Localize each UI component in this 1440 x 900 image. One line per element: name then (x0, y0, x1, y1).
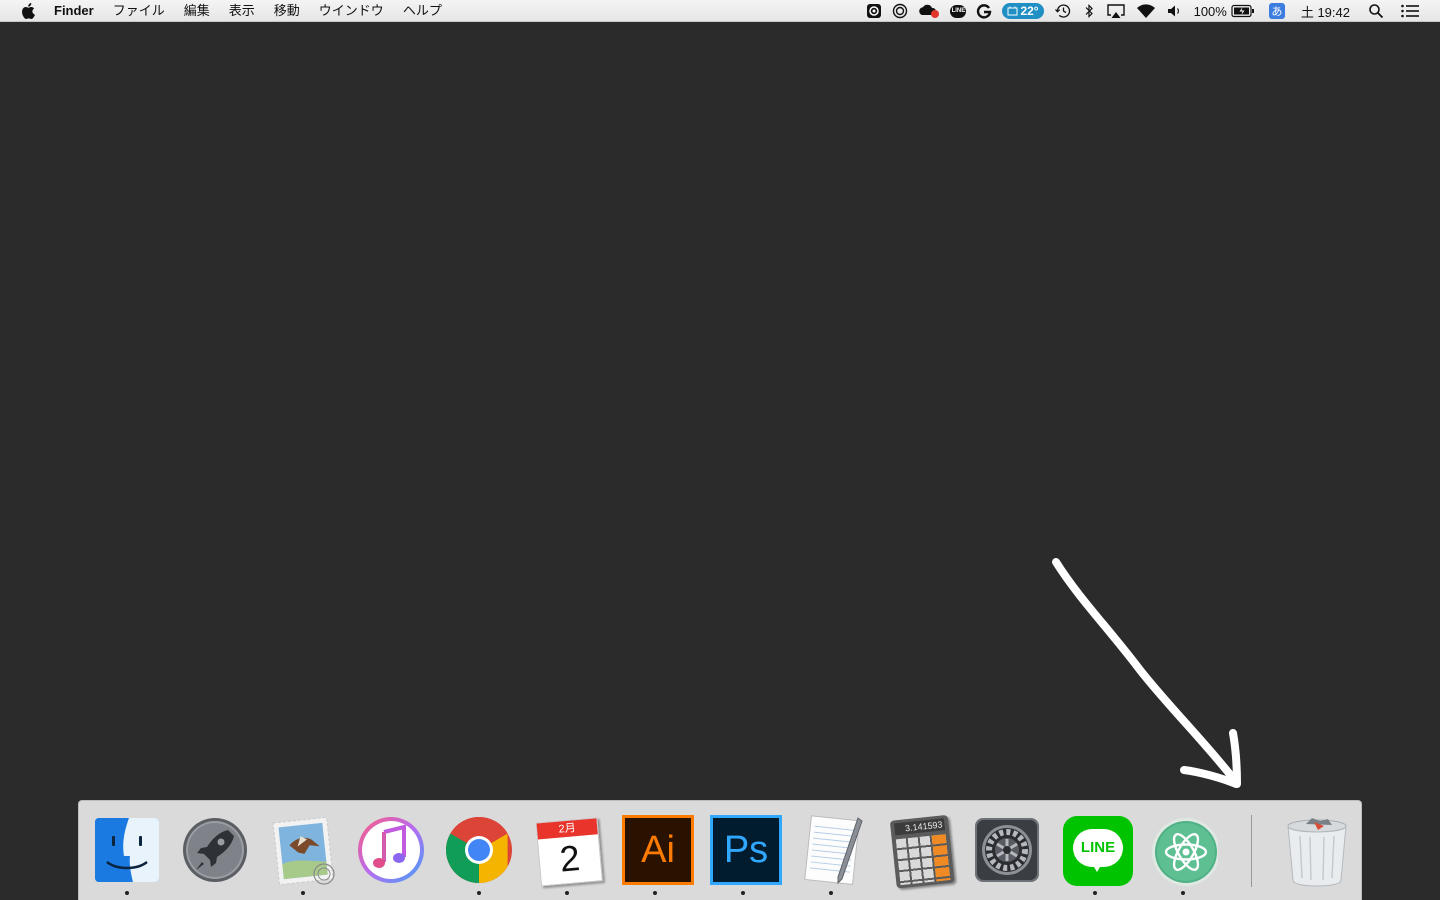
dock-photoshop[interactable]: Ps (705, 809, 782, 895)
running-indicator (125, 891, 129, 895)
dock-finder[interactable] (89, 809, 165, 895)
textedit-icon (804, 815, 863, 885)
itunes-music-note-icon (358, 817, 424, 883)
calculator-icon: 3.141593 (880, 809, 958, 892)
photoshop-label: Ps (710, 815, 782, 885)
dock: 2月 2 Ai Ps 3.141593 LINE (78, 800, 1362, 900)
dock-calendar[interactable]: 2月 2 (529, 809, 605, 895)
dock-separator (1251, 815, 1252, 887)
calculator-display: 3.141593 (894, 818, 946, 836)
mail-stamp-icon (272, 816, 335, 886)
line-app-icon: LINE (1060, 812, 1133, 888)
dock-calculator[interactable]: 3.141593 (881, 809, 957, 889)
trash-icon (1287, 818, 1347, 887)
launchpad-rocket-icon (183, 818, 247, 882)
photoshop-icon: Ps (708, 812, 782, 888)
dock-mail[interactable] (265, 809, 341, 895)
running-indicator (741, 891, 745, 895)
dock-atom[interactable] (1145, 809, 1221, 895)
running-indicator (1093, 891, 1097, 895)
atom-editor-icon (1152, 818, 1218, 886)
dock-trash[interactable] (1277, 809, 1353, 889)
line-logo-text: LINE (1080, 839, 1116, 856)
dock-textedit[interactable] (793, 809, 869, 895)
running-indicator (565, 891, 569, 895)
dock-chrome[interactable] (441, 809, 517, 895)
dock-line[interactable]: LINE (1057, 809, 1133, 895)
calendar-icon: 2月 2 (529, 809, 605, 891)
annotation-arrow (1052, 558, 1241, 788)
dock-system-preferences[interactable] (969, 809, 1045, 889)
chrome-icon (445, 816, 512, 883)
illustrator-icon: Ai (620, 812, 694, 888)
running-indicator (477, 891, 481, 895)
illustrator-label: Ai (622, 815, 694, 885)
running-indicator (829, 891, 833, 895)
dock-launchpad[interactable] (177, 809, 253, 889)
system-preferences-gear-icon (975, 818, 1039, 882)
calendar-day: 2 (557, 836, 582, 880)
running-indicator (1181, 891, 1185, 895)
dock-itunes[interactable] (353, 809, 429, 889)
running-indicator (653, 891, 657, 895)
running-indicator (301, 891, 305, 895)
finder-icon (95, 818, 159, 882)
dock-illustrator[interactable]: Ai (617, 809, 694, 895)
